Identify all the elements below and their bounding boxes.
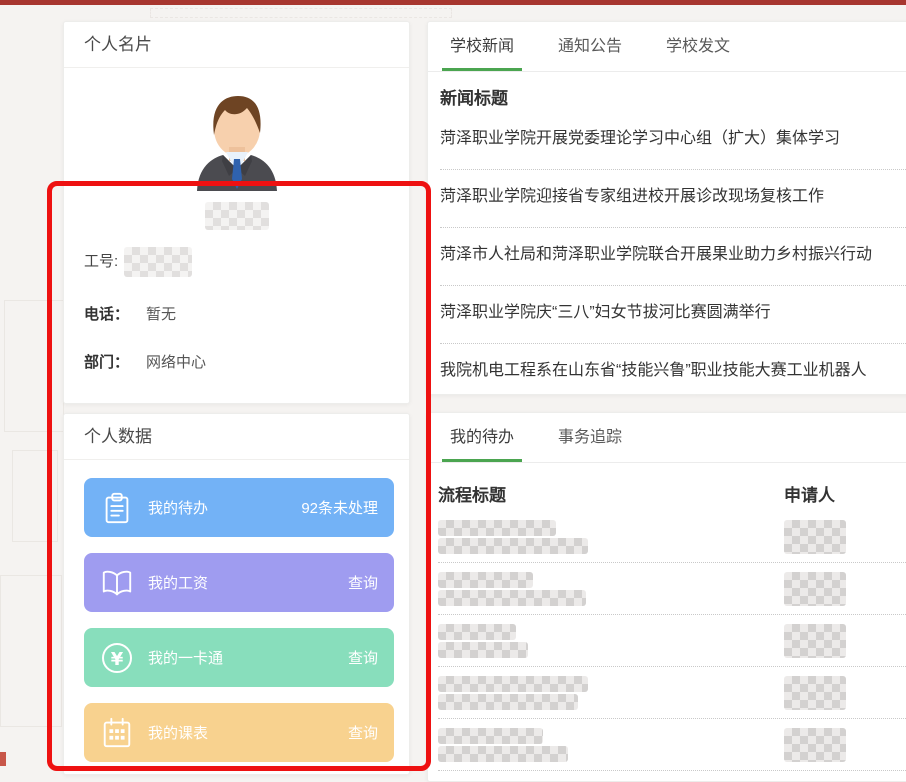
profile-fields: 工号: 电话： 暂无 部门： 网络中心: [64, 246, 409, 373]
redacted-applicant: [784, 676, 846, 710]
todo-tabs: 我的待办事务追踪: [428, 413, 906, 463]
news-tab-2[interactable]: 学校发文: [658, 22, 738, 71]
redacted-applicant: [784, 624, 846, 658]
todo-column-process-title: 流程标题: [438, 485, 784, 507]
todo-tab-1[interactable]: 事务追踪: [550, 413, 630, 462]
quick-action-book[interactable]: 我的工资 查询: [84, 553, 394, 612]
personal-data-title: 个人数据: [64, 414, 409, 460]
todo-row[interactable]: [438, 511, 906, 563]
todo-row[interactable]: [438, 667, 906, 719]
quick-action-status: 查询: [348, 572, 378, 593]
redacted-process-title: [438, 728, 784, 762]
todo-rows: [438, 511, 906, 771]
department-label: 部门：: [84, 353, 129, 373]
field-department: 部门： 网络中心: [64, 353, 409, 373]
todo-tab-0[interactable]: 我的待办: [442, 413, 522, 462]
redacted-name: [205, 202, 269, 230]
todo-column-headers: 流程标题 申请人: [428, 463, 906, 507]
redacted-applicant: [784, 728, 846, 762]
background-map-fragment: [12, 450, 58, 542]
news-item[interactable]: 菏泽职业学院庆“三八”妇女节拔河比赛圆满举行: [440, 286, 906, 344]
personal-data-card: 个人数据 我的待办92条未处理 我的工资查询 ¥我的一卡通查询 我的课表查询: [63, 413, 410, 775]
todo-row[interactable]: [438, 719, 906, 771]
svg-text:¥: ¥: [111, 649, 124, 670]
redacted-process-title: [438, 676, 784, 710]
quick-action-status: 92条未处理: [301, 497, 378, 518]
news-item[interactable]: 菏泽职业学院迎接省专家组进校开展诊改现场复核工作: [440, 170, 906, 228]
news-card: 学校新闻通知公告学校发文 新闻标题 菏泽职业学院开展党委理论学习中心组（扩大）集…: [427, 21, 906, 395]
redacted-process-title: [438, 624, 784, 658]
phone-value: 暂无: [146, 305, 176, 325]
news-tab-1[interactable]: 通知公告: [550, 22, 630, 71]
background-map-fragment: [0, 575, 62, 727]
redacted-applicant: [784, 572, 846, 606]
news-item[interactable]: 菏泽市人社局和菏泽职业学院联合开展果业助力乡村振兴行动: [440, 228, 906, 286]
book-icon: [99, 565, 135, 601]
redacted-process-title: [438, 520, 784, 554]
field-phone: 电话： 暂无: [64, 305, 409, 325]
profile-card-title: 个人名片: [64, 22, 409, 68]
department-value: 网络中心: [146, 353, 206, 373]
redacted-employee-id: [124, 247, 192, 277]
quick-action-status: 查询: [348, 722, 378, 743]
background-map-red-fragment: [0, 752, 6, 766]
news-item[interactable]: 我院机电工程系在山东省“技能兴鲁”职业技能大赛工业机器人: [440, 344, 906, 395]
news-item[interactable]: 菏泽职业学院开展党委理论学习中心组（扩大）集体学习: [440, 112, 906, 170]
todo-row[interactable]: [438, 615, 906, 667]
field-employee-id: 工号:: [64, 246, 409, 278]
avatar: [64, 89, 409, 191]
clipboard-icon: [99, 490, 135, 526]
quick-action-label: 我的工资: [148, 572, 208, 593]
news-list-header: 新闻标题: [428, 72, 906, 112]
todo-card: 我的待办事务追踪 流程标题 申请人: [427, 412, 906, 782]
redacted-process-title: [438, 572, 784, 606]
quick-action-status: 查询: [348, 647, 378, 668]
quick-action-label: 我的待办: [148, 497, 208, 518]
news-tabs: 学校新闻通知公告学校发文: [428, 22, 906, 72]
profile-card: 个人名片 工号: 电话： 暂无 部门： 网络中心: [63, 21, 410, 404]
yen-icon: ¥: [99, 640, 135, 676]
news-list: 菏泽职业学院开展党委理论学习中心组（扩大）集体学习菏泽职业学院迎接省专家组进校开…: [440, 112, 906, 395]
employee-id-label: 工号:: [84, 252, 118, 272]
top-bar: [0, 0, 906, 5]
todo-column-applicant: 申请人: [784, 485, 835, 507]
personal-data-list: 我的待办92条未处理 我的工资查询 ¥我的一卡通查询 我的课表查询: [64, 460, 409, 762]
quick-action-clipboard[interactable]: 我的待办 92条未处理: [84, 478, 394, 537]
quick-action-label: 我的课表: [148, 722, 208, 743]
calendar-icon: [99, 715, 135, 751]
todo-row[interactable]: [438, 563, 906, 615]
quick-action-label: 我的一卡通: [148, 647, 223, 668]
background-map-fragment: [4, 300, 64, 432]
avatar-image: [189, 89, 285, 191]
phone-label: 电话：: [84, 305, 129, 325]
news-tab-0[interactable]: 学校新闻: [442, 22, 522, 71]
quick-action-calendar[interactable]: 我的课表 查询: [84, 703, 394, 762]
redacted-applicant: [784, 520, 846, 554]
background-map-fragment: [150, 8, 452, 18]
quick-action-yen[interactable]: ¥ 我的一卡通 查询: [84, 628, 394, 687]
